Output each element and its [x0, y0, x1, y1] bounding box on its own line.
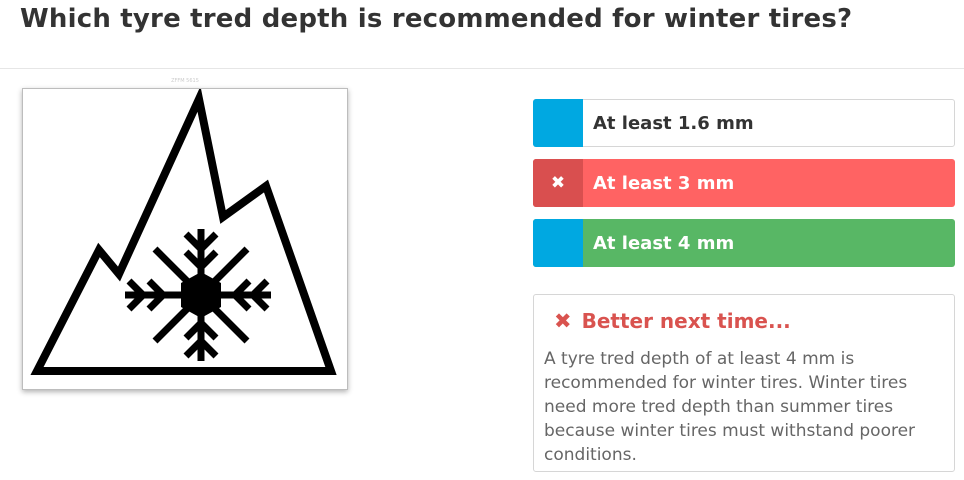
answer-marker	[533, 99, 583, 147]
three-peak-mountain-snowflake-icon	[30, 89, 337, 375]
wrong-x-icon: ✖	[533, 159, 583, 207]
answer-option-2[interactable]: ✖ At least 3 mm	[533, 159, 955, 207]
feedback-title: Better next time...	[581, 309, 791, 333]
answer-label: At least 1.6 mm	[593, 112, 754, 134]
answer-label: At least 4 mm	[593, 232, 735, 254]
feedback-title-row: ✖ Better next time...	[554, 309, 791, 333]
question-title: Which tyre tred depth is recommended for…	[20, 4, 853, 34]
question-header: Which tyre tred depth is recommended for…	[0, 0, 964, 69]
answer-option-3[interactable]: At least 4 mm	[533, 219, 955, 267]
answer-option-1[interactable]: At least 1.6 mm	[533, 99, 955, 147]
answer-marker	[533, 219, 583, 267]
answer-label: At least 3 mm	[593, 172, 735, 194]
feedback-explanation: A tyre tred depth of at least 4 mm is re…	[544, 349, 916, 465]
feedback-panel: ✖ Better next time... A tyre tred depth …	[533, 294, 955, 472]
image-caption: ZFFM 5615	[171, 78, 199, 84]
close-x-icon: ✖	[554, 309, 572, 333]
answer-list: At least 1.6 mm ✖ At least 3 mm At least…	[533, 99, 955, 279]
question-image	[22, 88, 348, 390]
